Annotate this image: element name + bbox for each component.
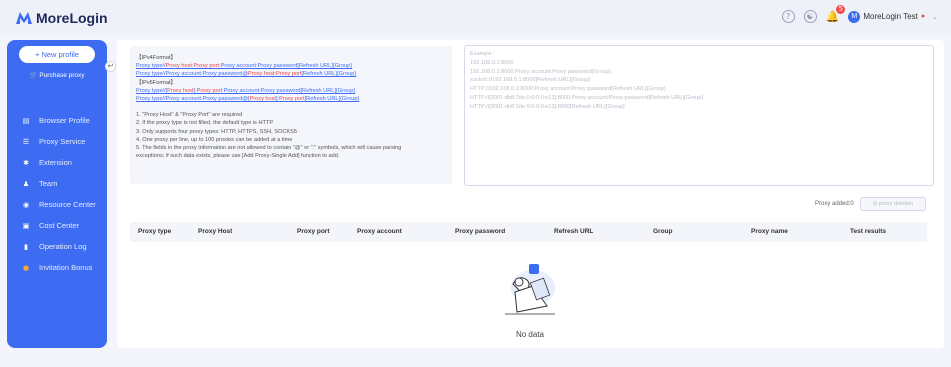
sidebar-item-cost-center[interactable]: ▣ Cost Center xyxy=(22,221,79,230)
server-icon: ☰ xyxy=(22,137,30,146)
column-header: Proxy account xyxy=(357,228,402,235)
status-dot-icon: ● xyxy=(920,13,926,20)
rule-item: 4. One proxy per line, up to 100 proxies… xyxy=(136,136,293,143)
column-header: Proxy name xyxy=(751,228,788,235)
sidebar-item-label: Extension xyxy=(39,158,72,167)
coin-icon: ● xyxy=(22,263,30,272)
purchase-proxy-link[interactable]: 🛒 Purchase proxy xyxy=(7,71,107,79)
placeholder-line: HTTP://192.168.0.1:8000:Proxy account:Pr… xyxy=(470,86,666,93)
sidebar-item-proxy-service[interactable]: ☰ Proxy Service xyxy=(22,137,85,146)
placeholder-line: 192.168.0.1:8000 xyxy=(470,59,514,66)
window-icon: ▤ xyxy=(22,116,30,125)
ipv6-format-line: Proxy type//[Proxy host]:Proxy port:Prox… xyxy=(136,87,356,94)
placeholder-line: socks5://192.168.0.1:8000[Refresh URL]{G… xyxy=(470,77,591,84)
rules-list: 1. "Proxy Host" & "Proxy Port" are requi… xyxy=(136,111,446,160)
column-header: Proxy Host xyxy=(198,228,233,235)
ipv6-format-title: 【IPv6Format】 xyxy=(136,79,177,86)
table-header: Proxy type Proxy Host Proxy port Proxy a… xyxy=(130,222,927,242)
sidebar-item-resource-center[interactable]: ◉ Resource Center xyxy=(22,200,96,209)
sidebar-item-label: Team xyxy=(39,179,58,188)
bell-icon[interactable]: 🔔 5 xyxy=(826,5,846,23)
ipv4-format-line: Proxy type//Proxy host:Proxy port:Proxy … xyxy=(136,63,353,70)
proxy-input-textarea[interactable]: Example : 192.168.0.1:8000 192.168.0.1:8… xyxy=(464,45,934,186)
column-header: Proxy type xyxy=(138,228,172,235)
new-profile-button[interactable]: + New profile xyxy=(19,46,95,63)
app-logo[interactable]: MoreLogin xyxy=(15,10,108,26)
rule-item: 2. If the proxy type is not filled, the … xyxy=(136,120,274,127)
sidebar-item-team[interactable]: ♟ Team xyxy=(22,179,57,188)
rule-item: 3. Only supports four proxy types: HTTP,… xyxy=(136,128,297,135)
empty-state-illustration xyxy=(505,264,555,315)
sidebar-item-extension[interactable]: ✱ Extension xyxy=(22,158,72,167)
users-icon: ♟ xyxy=(22,179,30,188)
sidebar-item-label: Invitation Bonus xyxy=(39,263,93,272)
sidebar-item-invitation-bonus[interactable]: ● Invitation Bonus xyxy=(22,263,92,272)
sidebar-item-label: Resource Center xyxy=(39,200,96,209)
rule-item: 5. The fields in the proxy information a… xyxy=(136,145,402,152)
chevron-down-icon: ⌄ xyxy=(932,12,938,21)
rule-item: exceptions; if such data exists, please … xyxy=(136,153,340,160)
column-header: Refresh URL xyxy=(554,228,594,235)
placeholder-line: 192.168.0.1:8000:Proxy account:Proxy pas… xyxy=(470,68,612,75)
sidebar-item-label: Browser Profile xyxy=(39,116,90,125)
doc-icon: ▮ xyxy=(24,242,28,251)
avatar: M xyxy=(848,10,861,23)
user-name: MoreLogin Test xyxy=(863,12,918,21)
sidebar: + New profile 🛒 Purchase proxy ▤ Browser… xyxy=(7,40,107,348)
collapse-sidebar-button[interactable]: ↩ xyxy=(105,61,116,72)
column-header: Proxy password xyxy=(455,228,506,235)
sidebar-item-label: Cost Center xyxy=(39,221,80,230)
proxy-added-count: Proxy added:0 xyxy=(815,201,854,207)
main-panel: 【IPv4Format】 Proxy type//Proxy host:Prox… xyxy=(117,40,944,348)
rule-item: 1. "Proxy Host" & "Proxy Port" are requi… xyxy=(136,112,243,119)
proxy-deletion-button[interactable]: ⊘ proxy deletion xyxy=(860,197,926,211)
placeholder-line: HTTP://[2001:db8:2de:0:0:0:0:e13]:8000[R… xyxy=(470,103,625,110)
card-icon: ▣ xyxy=(22,221,30,230)
purchase-proxy-label: Purchase proxy xyxy=(39,72,85,79)
sidebar-item-operation-log[interactable]: ▮ Operation Log xyxy=(22,242,87,251)
sidebar-item-browser-profile[interactable]: ▤ Browser Profile xyxy=(22,116,90,125)
pin-icon: ◉ xyxy=(22,200,30,209)
ipv4-format-line: Proxy type//Proxy account:Proxy password… xyxy=(136,71,357,78)
column-header: Proxy port xyxy=(297,228,330,235)
ipv4-format-title: 【IPv4Format】 xyxy=(136,55,177,61)
header-actions: ? ☯ 🔔 5 M MoreLogin Test ● ⌄ xyxy=(781,5,938,23)
notification-badge: 5 xyxy=(836,5,846,14)
empty-state-text: No data xyxy=(515,330,545,339)
placeholder-line: HTTP://[2001:db8:2de:0:0:0:0:e13]:8000:P… xyxy=(470,94,704,101)
sidebar-item-label: Proxy Service xyxy=(39,137,86,146)
ipv6-format-line: Proxy type//Proxy account:Proxy password… xyxy=(136,96,360,103)
column-header: Group xyxy=(653,228,673,235)
top-bar: MoreLogin ? ☯ 🔔 5 M MoreLogin Test ● ⌄ xyxy=(0,0,951,35)
cart-icon: 🛒 xyxy=(29,72,38,79)
puzzle-icon: ✱ xyxy=(23,158,29,167)
format-instructions: 【IPv4Format】 Proxy type//Proxy host:Prox… xyxy=(130,46,452,184)
sidebar-item-label: Operation Log xyxy=(39,242,87,251)
logo-icon xyxy=(16,12,32,24)
column-header: Test results xyxy=(850,228,887,235)
app-name: MoreLogin xyxy=(36,10,108,26)
user-menu[interactable]: M MoreLogin Test ● ⌄ xyxy=(848,10,938,23)
help-icon[interactable]: ? xyxy=(781,10,795,23)
placeholder-line: Example : xyxy=(470,51,495,57)
headset-icon[interactable]: ☯ xyxy=(803,10,817,23)
